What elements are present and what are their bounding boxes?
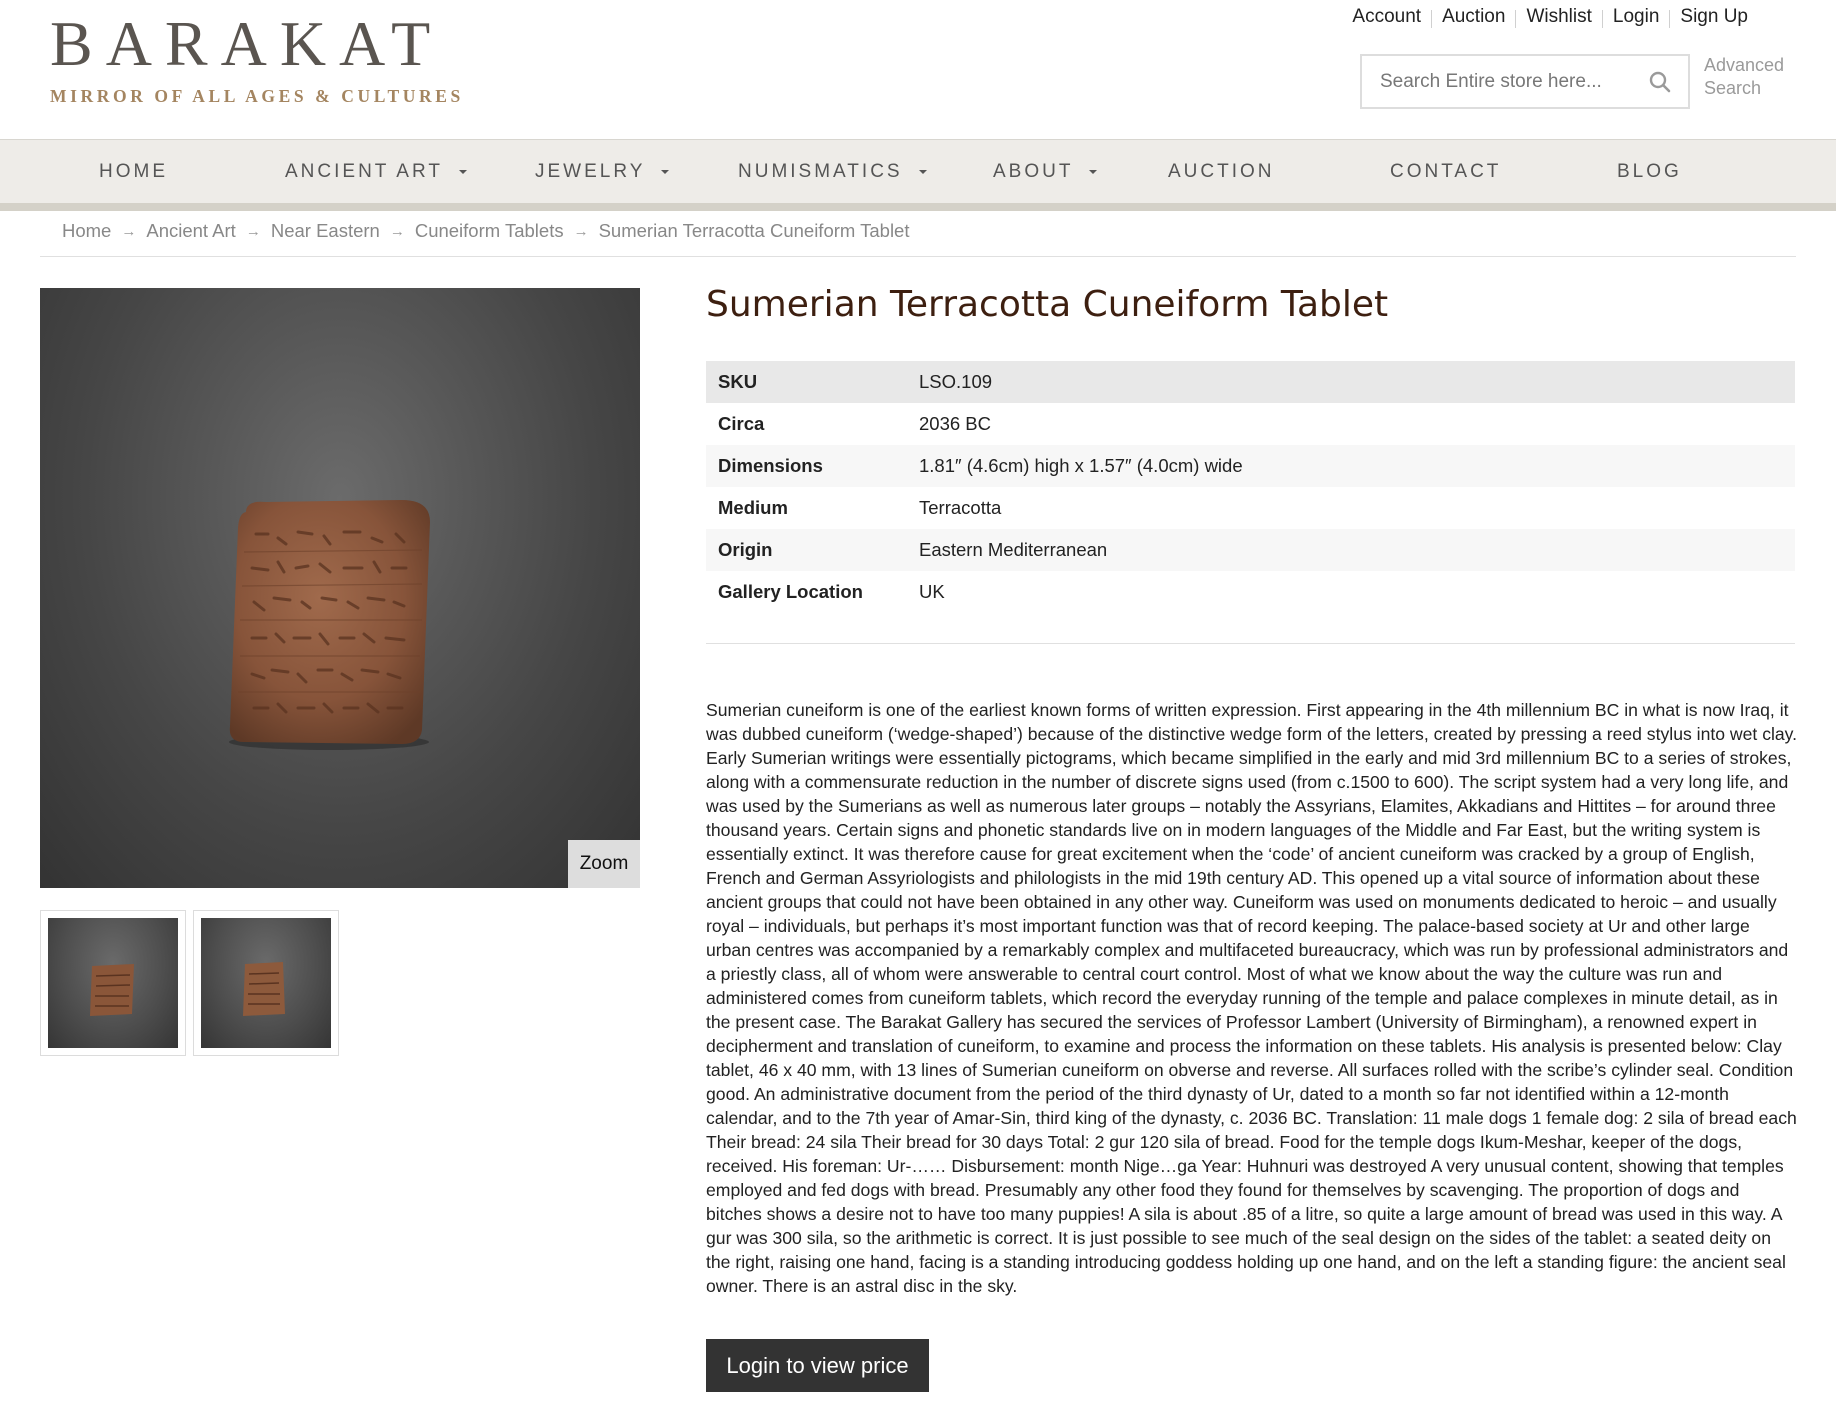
product-title: Sumerian Terracotta Cuneiform Tablet (706, 284, 1389, 325)
search-icon[interactable] (1648, 70, 1672, 94)
nav-about[interactable]: ABOUT (993, 140, 1099, 204)
cuneiform-tablet-image (243, 962, 285, 1016)
breadcrumb-cuneiform-tablets[interactable]: Cuneiform Tablets (415, 220, 564, 244)
spec-row: Origin Eastern Mediterranean (706, 529, 1795, 571)
chevron-down-icon (458, 170, 467, 174)
nav-label: CONTACT (1390, 161, 1502, 182)
spec-value: LSO.109 (919, 371, 993, 392)
spec-key: SKU (718, 371, 758, 392)
wishlist-link[interactable]: Wishlist (1516, 6, 1601, 28)
nav-label: NUMISMATICS (738, 161, 903, 182)
signup-link[interactable]: Sign Up (1670, 6, 1758, 28)
spec-row: Dimensions 1.81″ (4.6cm) high x 1.57″ (4… (706, 445, 1795, 487)
breadcrumb: Home → Ancient Art → Near Eastern → Cune… (62, 220, 909, 244)
nav-underline (0, 203, 1836, 211)
product-main-image[interactable]: Zoom (40, 288, 640, 888)
logo-tagline: MIRROR OF ALL AGES & CULTURES (50, 86, 464, 106)
account-link[interactable]: Account (1342, 6, 1431, 28)
nav-label: AUCTION (1168, 161, 1275, 182)
thumbnail-image (201, 918, 331, 1048)
nav-auction[interactable]: AUCTION (1168, 140, 1275, 204)
cuneiform-tablet-image (229, 500, 430, 750)
cuneiform-tablet-image (90, 964, 134, 1016)
breadcrumb-near-eastern[interactable]: Near Eastern (271, 220, 380, 244)
thumbnail-image (48, 918, 178, 1048)
nav-numismatics[interactable]: NUMISMATICS (738, 140, 929, 204)
nav-label: HOME (99, 161, 168, 182)
zoom-button[interactable]: Zoom (568, 840, 640, 888)
spec-value: Eastern Mediterranean (919, 539, 1108, 560)
nav-blog[interactable]: BLOG (1617, 140, 1682, 204)
main-nav: HOME ANCIENT ART JEWELRY NUMISMATICS ABO… (0, 139, 1836, 203)
spec-value: UK (919, 581, 945, 602)
login-link[interactable]: Login (1603, 6, 1670, 28)
nav-ancient-art[interactable]: ANCIENT ART (285, 140, 469, 204)
spec-key: Gallery Location (718, 581, 863, 602)
nav-label: JEWELRY (535, 161, 646, 182)
nav-label: ABOUT (993, 161, 1074, 182)
spec-key: Origin (718, 539, 773, 560)
nav-jewelry[interactable]: JEWELRY (535, 140, 671, 204)
spec-key: Medium (718, 497, 788, 518)
chevron-down-icon (1089, 170, 1098, 174)
spec-row: Gallery Location UK (706, 571, 1795, 613)
spec-row: Circa 2036 BC (706, 403, 1795, 445)
logo-wordmark: BARAKAT (50, 8, 444, 79)
advanced-search-link[interactable]: Advanced Search (1704, 54, 1814, 100)
product-specs-table: SKU LSO.109 Circa 2036 BC Dimensions 1.8… (706, 361, 1795, 613)
product-thumbnail-1[interactable] (40, 910, 186, 1056)
search-box (1360, 54, 1690, 109)
search-input[interactable] (1362, 56, 1632, 107)
nav-label: ANCIENT ART (285, 161, 443, 182)
divider (706, 643, 1795, 644)
arrow-right-icon: → (573, 223, 589, 240)
nav-contact[interactable]: CONTACT (1390, 140, 1501, 204)
account-links: Account Auction Wishlist Login Sign Up (1342, 6, 1758, 28)
arrow-right-icon: → (121, 223, 137, 240)
arrow-right-icon: → (389, 223, 405, 240)
divider (40, 256, 1796, 257)
site-logo[interactable]: BARAKAT MIRROR OF ALL AGES & CULTURES (50, 12, 470, 107)
spec-row: Medium Terracotta (706, 487, 1795, 529)
nav-label: BLOG (1617, 161, 1682, 182)
chevron-down-icon (918, 170, 927, 174)
breadcrumb-home[interactable]: Home (62, 220, 111, 244)
breadcrumb-current: Sumerian Terracotta Cuneiform Tablet (598, 220, 910, 241)
spec-value: Terracotta (919, 497, 1002, 518)
breadcrumb-ancient-art[interactable]: Ancient Art (146, 220, 235, 244)
auction-link[interactable]: Auction (1432, 6, 1515, 28)
product-thumbnail-2[interactable] (193, 910, 339, 1056)
spec-key: Circa (718, 413, 765, 434)
spec-row: SKU LSO.109 (706, 361, 1795, 403)
spec-value: 2036 BC (919, 413, 991, 434)
chevron-down-icon (661, 170, 670, 174)
login-to-view-price-button[interactable]: Login to view price (706, 1339, 929, 1392)
product-description: Sumerian cuneiform is one of the earlies… (706, 700, 1798, 1296)
spec-value: 1.81″ (4.6cm) high x 1.57″ (4.0cm) wide (919, 455, 1243, 476)
spec-key: Dimensions (718, 455, 823, 476)
arrow-right-icon: → (245, 223, 261, 240)
nav-home[interactable]: HOME (99, 140, 168, 204)
